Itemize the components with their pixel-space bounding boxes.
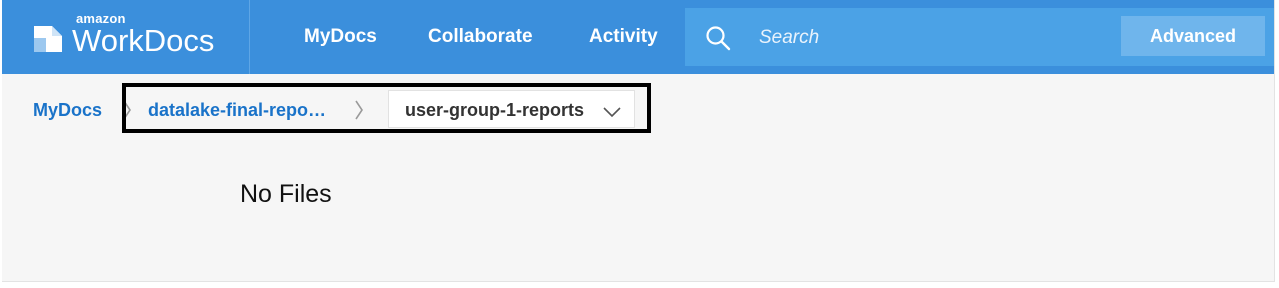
nav-collaborate[interactable]: Collaborate — [428, 0, 533, 74]
app-frame: amazon WorkDocs MyDocs Collaborate Activ… — [2, 0, 1275, 282]
top-navigation-bar: amazon WorkDocs MyDocs Collaborate Activ… — [2, 0, 1274, 74]
search-bar: Advanced — [685, 8, 1274, 66]
workdocs-logo-icon — [34, 26, 62, 52]
empty-state-message: No Files — [240, 180, 332, 208]
brand-name: WorkDocs — [72, 23, 215, 58]
advanced-search-button[interactable]: Advanced — [1121, 16, 1265, 56]
brand-logo[interactable]: amazon WorkDocs — [2, 0, 250, 74]
highlight-annotation-box — [122, 83, 651, 133]
search-input[interactable] — [757, 22, 1091, 54]
search-icon[interactable] — [705, 25, 731, 51]
nav-activity[interactable]: Activity — [589, 0, 658, 74]
breadcrumb-mydocs[interactable]: MyDocs — [33, 100, 102, 121]
nav-mydocs[interactable]: MyDocs — [304, 0, 377, 74]
